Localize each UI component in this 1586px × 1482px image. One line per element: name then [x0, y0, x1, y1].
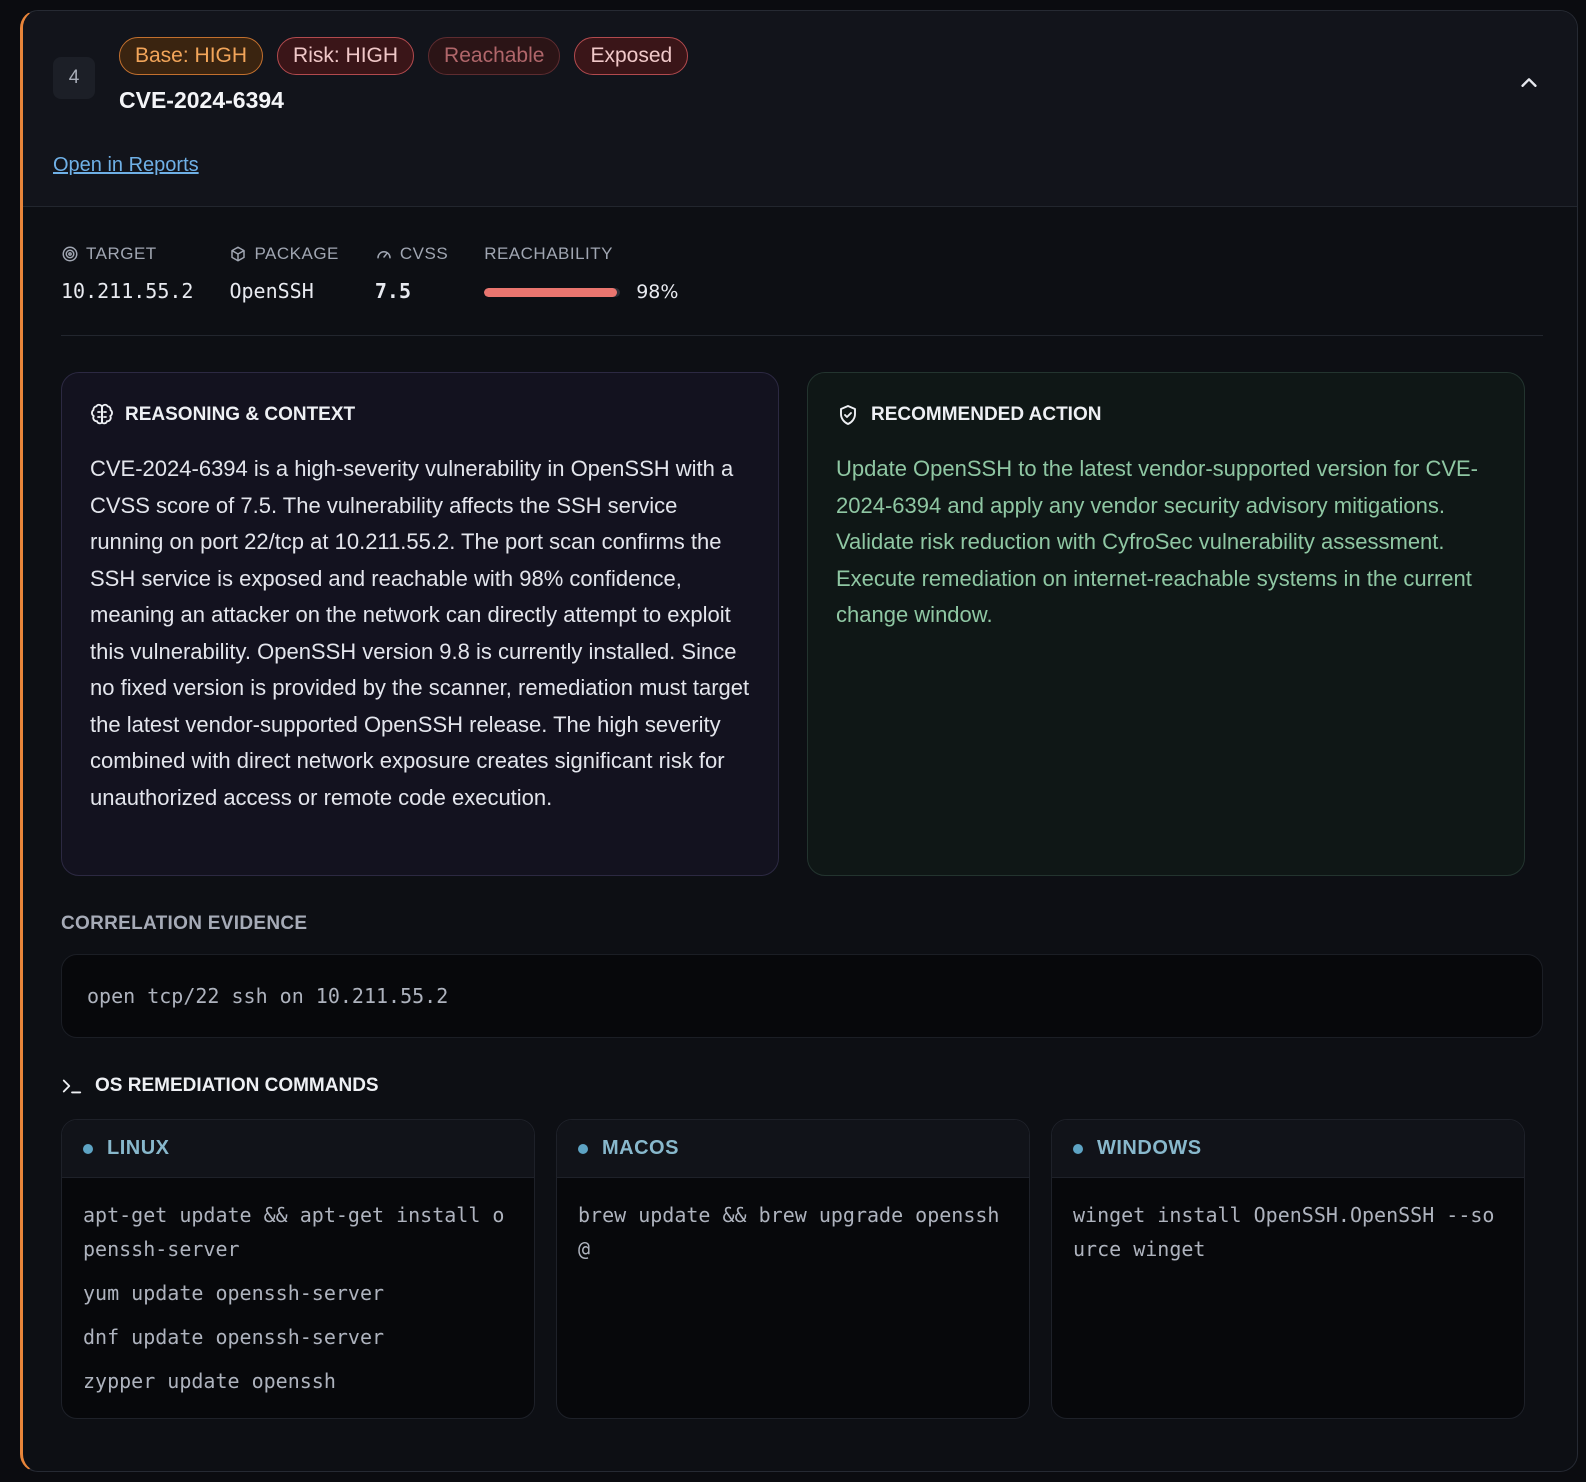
- finding-header: 4 Base: HIGH Risk: HIGH Reachable Expose…: [23, 11, 1577, 207]
- shield-check-icon: [840, 405, 856, 425]
- reasoning-text: CVE-2024-6394 is a high-severity vulnera…: [90, 456, 750, 810]
- risk-badge: Risk: HIGH: [277, 37, 415, 75]
- chevron-up-icon: [1521, 78, 1537, 87]
- reachability-bar-fill: [484, 287, 618, 297]
- cvss-value: 7.5: [374, 279, 412, 303]
- target-field: TARGET 10.211.55.2: [61, 243, 193, 303]
- remediation-commands-heading: OS REMEDIATION COMMANDS: [61, 1075, 379, 1097]
- exposed-badge: Exposed: [574, 37, 689, 75]
- finding-card: 4 Base: HIGH Risk: HIGH Reachable Expose…: [20, 10, 1578, 1472]
- target-icon: [62, 246, 78, 262]
- reachability-field: REACHABILITY 98%: [484, 243, 678, 303]
- reasoning-panel: REASONING & CONTEXT CVE-2024-6394 is a h…: [61, 372, 779, 876]
- recommended-action-panel: RECOMMENDED ACTION Update OpenSSH to the…: [807, 372, 1525, 876]
- package-value: OpenSSH: [229, 279, 314, 303]
- finding-index: 4: [53, 57, 95, 99]
- recommended-action-text: Update OpenSSH to the latest vendor-supp…: [836, 456, 1479, 627]
- status-dot: [83, 1143, 93, 1154]
- command-line[interactable]: yum update openssh-server: [83, 1276, 513, 1310]
- linux-label: LINUX: [107, 1137, 170, 1159]
- package-icon: [231, 246, 246, 262]
- reasoning-title: REASONING & CONTEXT: [125, 404, 356, 425]
- brain-icon: [91, 403, 113, 425]
- reachability-percent: 98%: [636, 281, 679, 303]
- command-line[interactable]: apt-get update && apt-get install openss…: [83, 1198, 513, 1266]
- linux-commands-card: LINUX apt-get update && apt-get install …: [61, 1119, 535, 1419]
- status-dot: [1073, 1143, 1083, 1154]
- correlation-evidence-box: open tcp/22 ssh on 10.211.55.2: [61, 954, 1543, 1038]
- target-label: TARGET: [86, 244, 157, 263]
- reachability-label: REACHABILITY: [484, 244, 613, 263]
- meta-row: TARGET 10.211.55.2 PACKAGE OpenSSH CVSS …: [61, 243, 714, 303]
- target-value: 10.211.55.2: [61, 279, 194, 303]
- gauge-icon: [377, 251, 391, 259]
- cvss-label: CVSS: [399, 244, 449, 263]
- macos-label: MACOS: [602, 1137, 679, 1159]
- status-dot: [578, 1143, 588, 1154]
- remediation-commands-title: OS REMEDIATION COMMANDS: [95, 1075, 379, 1096]
- cvss-field: CVSS 7.5: [375, 243, 448, 303]
- command-line[interactable]: dnf update openssh-server: [83, 1320, 513, 1354]
- terminal-icon: [62, 1079, 82, 1094]
- collapse-button[interactable]: [1511, 65, 1547, 101]
- windows-commands-card: WINDOWS winget install OpenSSH.OpenSSH -…: [1051, 1119, 1525, 1419]
- command-line[interactable]: brew update && brew upgrade openssh@: [578, 1198, 1008, 1266]
- reachable-badge: Reachable: [428, 37, 561, 75]
- macos-commands-card: MACOS brew update && brew upgrade openss…: [556, 1119, 1030, 1419]
- recommended-action-title: RECOMMENDED ACTION: [871, 404, 1102, 425]
- reachability-bar: [484, 287, 621, 297]
- base-severity-badge: Base: HIGH: [119, 37, 264, 75]
- windows-label: WINDOWS: [1097, 1137, 1202, 1159]
- correlation-evidence-label: CORRELATION EVIDENCE: [61, 913, 308, 934]
- package-label: PACKAGE: [254, 244, 339, 263]
- command-line[interactable]: winget install OpenSSH.OpenSSH --source …: [1073, 1198, 1503, 1266]
- command-line[interactable]: zypper update openssh: [83, 1364, 513, 1398]
- cve-title: CVE-2024-6394: [119, 87, 284, 113]
- package-field: PACKAGE OpenSSH: [229, 243, 338, 303]
- open-in-reports-link[interactable]: Open in Reports: [53, 154, 199, 177]
- divider: [61, 335, 1543, 336]
- badge-row: Base: HIGH Risk: HIGH Reachable Exposed: [119, 37, 689, 75]
